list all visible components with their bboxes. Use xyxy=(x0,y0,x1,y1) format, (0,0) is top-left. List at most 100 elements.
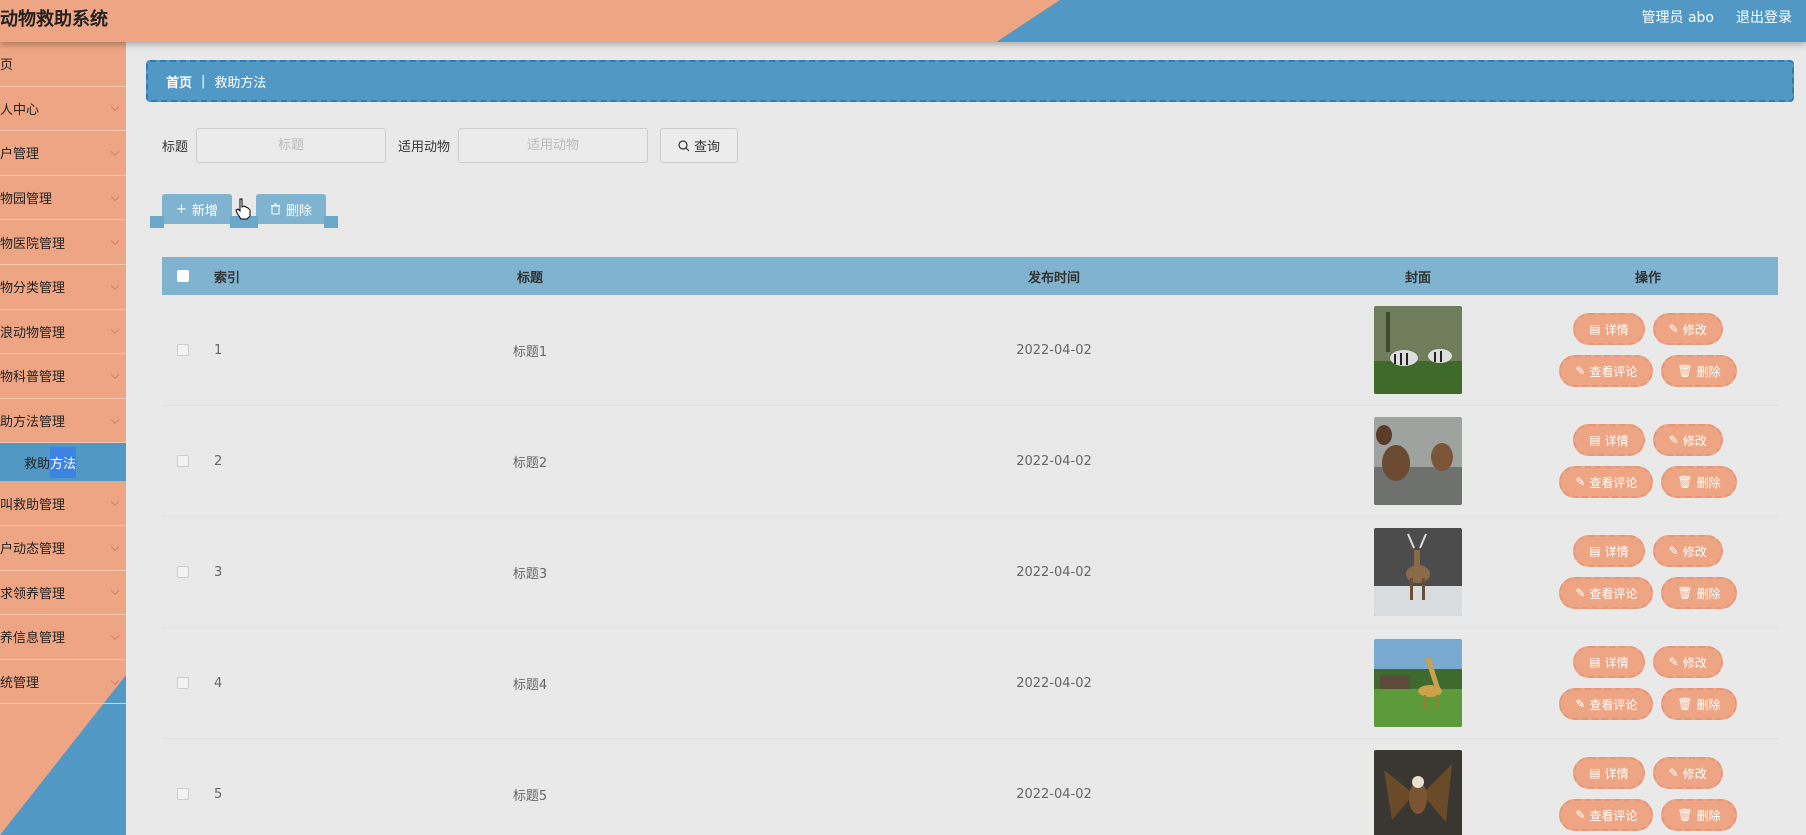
row-title: 标题2 xyxy=(512,455,548,471)
edit-button[interactable]: ✎ 修改 xyxy=(1652,535,1723,567)
sidebar-item-personal-center[interactable]: 人中心 xyxy=(0,87,126,132)
row-checkbox[interactable] xyxy=(177,566,189,578)
row-title: 标题1 xyxy=(512,344,548,360)
detail-button[interactable]: ▤ 详情 xyxy=(1573,535,1645,567)
detail-button-label: 详情 xyxy=(1604,655,1629,670)
row-cover[interactable] xyxy=(1318,417,1518,505)
row-delete-button[interactable]: 🗑 删除 xyxy=(1661,466,1737,498)
sidebar-item-adoption-request-management[interactable]: 求领养管理 xyxy=(0,571,126,616)
query-button[interactable]: 查询 xyxy=(660,128,739,163)
row-cover[interactable] xyxy=(1318,750,1518,835)
subitem-label-highlight: 方法 xyxy=(50,446,77,478)
sidebar-item-user-management[interactable]: 户管理 xyxy=(0,131,126,176)
pencil-icon: ✎ xyxy=(1575,808,1586,822)
detail-button[interactable]: ▤ 详情 xyxy=(1573,646,1645,678)
view-comments-button[interactable]: ✎ 查看评论 xyxy=(1559,355,1654,387)
sidebar-item-rescue-method-management[interactable]: 助方法管理 xyxy=(0,399,126,444)
admin-user-label: 管理员 abo xyxy=(1641,10,1714,26)
row-date: 2022-04-02 xyxy=(1016,564,1092,580)
view-comments-button-label: 查看评论 xyxy=(1589,475,1638,490)
sidebar-item-hospital-management[interactable]: 物医院管理 xyxy=(0,220,126,265)
row-delete-button[interactable]: 🗑 删除 xyxy=(1661,355,1737,387)
edit-button[interactable]: ✎ 修改 xyxy=(1652,424,1723,456)
sidebar-item-category-management[interactable]: 物分类管理 xyxy=(0,265,126,310)
row-cover[interactable] xyxy=(1318,639,1518,727)
sidebar-subitem-rescue-method[interactable]: 救助 方法 xyxy=(0,443,126,482)
trash-icon xyxy=(270,203,280,215)
breadcrumb: 首页 | 救助方法 xyxy=(146,60,1794,102)
chevron-down-icon xyxy=(110,192,120,201)
edit-button-label: 修改 xyxy=(1682,766,1707,781)
row-cover[interactable] xyxy=(1318,528,1518,616)
view-comments-button[interactable]: ✎ 查看评论 xyxy=(1559,466,1654,498)
breadcrumb-home[interactable]: 首页 xyxy=(166,72,192,91)
detail-button[interactable]: ▤ 详情 xyxy=(1573,757,1645,789)
view-comments-button[interactable]: ✎ 查看评论 xyxy=(1559,577,1654,609)
top-header: 动物救助系统 管理员 abo 退出登录 xyxy=(0,0,1806,42)
pencil-icon: ✎ xyxy=(1575,586,1586,600)
trash-icon: 🗑 xyxy=(1677,697,1693,711)
view-comments-button[interactable]: ✎ 查看评论 xyxy=(1559,688,1654,720)
detail-button-label: 详情 xyxy=(1604,766,1629,781)
chevron-down-icon xyxy=(110,325,120,335)
edit-button[interactable]: ✎ 修改 xyxy=(1652,313,1723,345)
title-search-input[interactable] xyxy=(196,128,387,163)
header-date: 发布时间 xyxy=(1027,270,1080,286)
sidebar-item-zoo-management[interactable]: 物园管理 xyxy=(0,176,126,221)
row-checkbox[interactable] xyxy=(177,344,189,356)
select-all-checkbox[interactable] xyxy=(177,270,189,282)
document-icon: ▤ xyxy=(1589,766,1601,780)
row-delete-button[interactable]: 🗑 删除 xyxy=(1661,688,1737,720)
chevron-down-icon xyxy=(110,370,120,379)
row-delete-button-label: 删除 xyxy=(1696,586,1721,601)
edit-button-label: 修改 xyxy=(1682,322,1707,337)
row-title: 标题5 xyxy=(512,788,548,804)
pencil-icon: ✎ xyxy=(1575,475,1586,489)
sidebar-item-home[interactable]: 页 xyxy=(0,42,126,87)
sidebar-item-label: 物分类管理 xyxy=(0,281,66,297)
row-checkbox[interactable] xyxy=(177,455,189,467)
row-checkbox[interactable] xyxy=(177,788,189,800)
animal-search-input[interactable] xyxy=(458,128,649,163)
row-delete-button[interactable]: 🗑 删除 xyxy=(1661,799,1737,831)
sidebar-item-science-management[interactable]: 物科普管理 xyxy=(0,354,126,399)
header-cover: 封面 xyxy=(1404,270,1431,286)
edit-button[interactable]: ✎ 修改 xyxy=(1652,757,1723,789)
table-row: 5 标题5 2022-04-02 ▤ 详情 ✎ 修改 ✎ 查看评论 🗑 删除 xyxy=(162,739,1778,835)
cover-image xyxy=(1374,528,1462,616)
sidebar-item-label: 统管理 xyxy=(0,676,40,692)
chevron-down-icon xyxy=(110,102,120,112)
add-button[interactable]: + 新增 xyxy=(150,194,244,228)
table-row: 1 标题1 2022-04-02 ▤ 详情 ✎ 修改 ✎ 查看评论 🗑 删除 xyxy=(162,295,1778,406)
chevron-down-icon xyxy=(110,676,120,685)
sidebar-item-label: 户动态管理 xyxy=(0,542,66,558)
sidebar-item-stray-management[interactable]: 浪动物管理 xyxy=(0,310,126,355)
sidebar-item-label: 助方法管理 xyxy=(0,415,66,431)
sidebar-item-user-post-management[interactable]: 户动态管理 xyxy=(0,526,126,571)
sidebar-item-rescue-call-management[interactable]: 叫救助管理 xyxy=(0,481,126,526)
cover-image xyxy=(1374,639,1462,727)
row-delete-button-label: 删除 xyxy=(1696,475,1721,490)
row-checkbox[interactable] xyxy=(177,677,189,689)
sidebar-item-adoption-info-management[interactable]: 养信息管理 xyxy=(0,615,126,660)
bulk-delete-button[interactable]: 删除 xyxy=(243,194,338,228)
detail-button-label: 详情 xyxy=(1604,322,1629,337)
header-title: 标题 xyxy=(516,270,543,286)
trash-icon: 🗑 xyxy=(1677,364,1693,378)
pencil-icon: ✎ xyxy=(1668,433,1679,447)
detail-button[interactable]: ▤ 详情 xyxy=(1573,313,1645,345)
edit-button[interactable]: ✎ 修改 xyxy=(1652,646,1723,678)
row-delete-button[interactable]: 🗑 删除 xyxy=(1661,577,1737,609)
row-operations: ▤ 详情 ✎ 修改 ✎ 查看评论 🗑 删除 xyxy=(1518,313,1778,387)
logout-link[interactable]: 退出登录 xyxy=(1736,7,1792,27)
row-date: 2022-04-02 xyxy=(1016,786,1092,802)
sidebar-item-label: 养信息管理 xyxy=(0,631,66,647)
detail-button[interactable]: ▤ 详情 xyxy=(1573,424,1645,456)
add-button-label: 新增 xyxy=(191,203,218,219)
header-orange-band xyxy=(0,0,1060,42)
trash-icon: 🗑 xyxy=(1677,586,1693,600)
row-index: 5 xyxy=(214,786,223,802)
row-cover[interactable] xyxy=(1318,306,1518,394)
view-comments-button[interactable]: ✎ 查看评论 xyxy=(1559,799,1654,831)
sidebar-item-system-management[interactable]: 统管理 xyxy=(0,660,126,705)
